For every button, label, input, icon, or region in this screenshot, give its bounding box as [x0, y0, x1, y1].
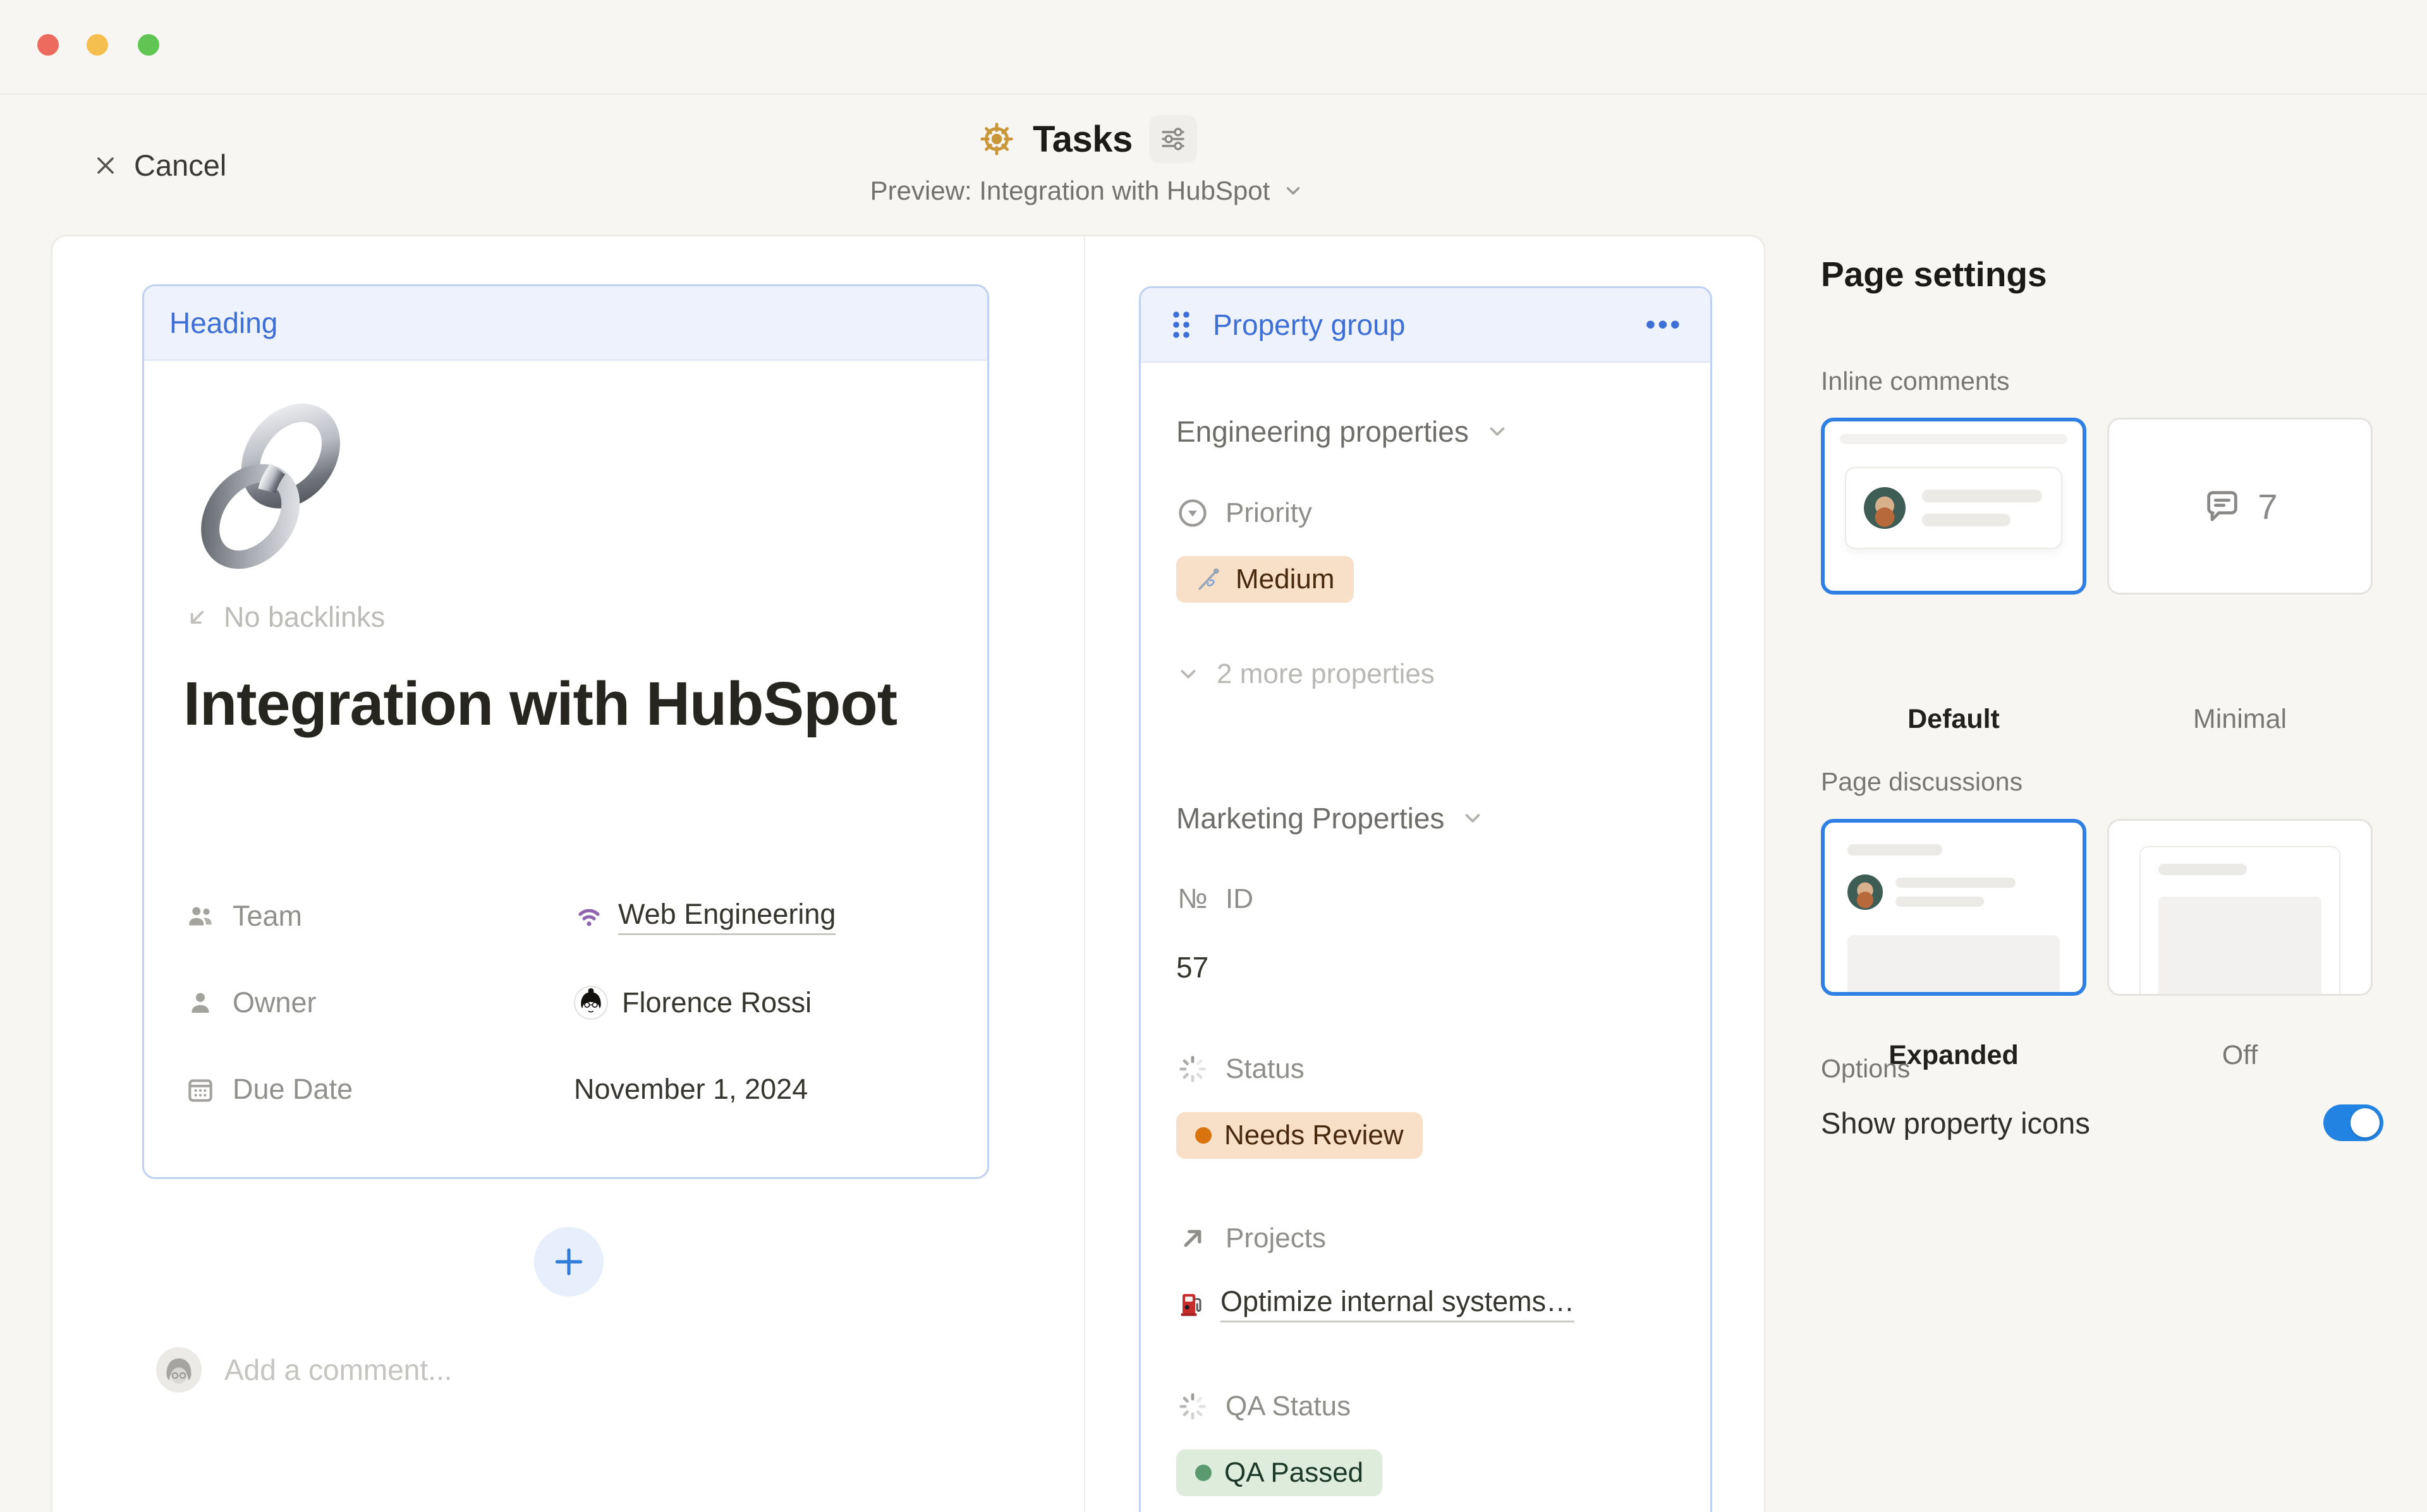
page-discussions-option-off[interactable] [2107, 819, 2373, 996]
property-group-header[interactable]: Property group ••• [1141, 288, 1710, 363]
cancel-button[interactable]: Cancel [94, 148, 226, 183]
arrow-down-left-icon [185, 605, 210, 630]
page-title: Tasks [1033, 118, 1133, 160]
page-title-preview: Integration with HubSpot [183, 668, 929, 740]
mock-avatar [1864, 487, 1906, 529]
due-date-property-value: November 1, 2024 [574, 1073, 808, 1106]
property-row-due-date: Due Date November 1, 2024 [185, 1069, 808, 1110]
group-engineering-properties[interactable]: Engineering properties [1176, 414, 1509, 449]
sewing-needle-icon [1195, 565, 1223, 593]
close-icon [94, 154, 118, 178]
show-property-icons-label: Show property icons [1821, 1106, 2090, 1140]
show-property-icons-toggle[interactable] [2323, 1104, 2383, 1141]
page-discussions-off-label: Off [2107, 1040, 2373, 1071]
comment-count: 7 [2258, 486, 2277, 527]
chevron-down-icon [1485, 420, 1509, 444]
priority-value-pill: Medium [1176, 556, 1354, 603]
page-preview-canvas: Heading No backlinks Integ [51, 235, 1765, 1512]
add-comment-input[interactable] [224, 1353, 730, 1387]
backlinks-label: No backlinks [224, 601, 385, 634]
status-dot [1195, 1127, 1212, 1144]
page-icon-chain-links [181, 392, 364, 582]
group-marketing-properties[interactable]: Marketing Properties [1176, 801, 1485, 835]
purple-signal-icon [574, 901, 604, 931]
zoom-window-button[interactable] [138, 34, 159, 56]
mock-page [2139, 846, 2340, 996]
property-row-owner: Owner Florence Rossi [185, 983, 812, 1023]
page-discussions-label: Page discussions [1821, 767, 2023, 797]
mock-text-line [1840, 434, 2067, 444]
numero-icon: № [1176, 883, 1209, 915]
chevron-down-icon [1176, 662, 1200, 686]
plus-icon [551, 1244, 587, 1279]
minimize-window-button[interactable] [87, 34, 108, 56]
status-spinner-icon [1176, 1390, 1209, 1423]
toggle-knob [2351, 1108, 2380, 1137]
page-settings-panel: Page settings Inline comments 7 Default … [1765, 95, 2427, 1512]
priority-icon [1176, 497, 1209, 529]
qa-status-value-pill: QA Passed [1176, 1449, 1382, 1496]
inline-comments-option-default[interactable] [1821, 418, 2086, 595]
helm-wheel-icon [977, 119, 1016, 159]
chevron-down-icon [1282, 180, 1304, 202]
status-spinner-icon [1176, 1053, 1209, 1086]
current-user-avatar [156, 1347, 202, 1393]
sliders-icon [1159, 125, 1187, 153]
team-property-value[interactable]: Web Engineering [574, 898, 836, 935]
preview-selector[interactable]: Preview: Integration with HubSpot [765, 176, 1409, 206]
owner-property-value: Florence Rossi [574, 986, 812, 1020]
show-property-icons-row: Show property icons [1821, 1104, 2383, 1141]
mock-content-block [1847, 935, 2060, 996]
id-value: 57 [1176, 950, 1208, 984]
arrow-up-right-icon [1176, 1222, 1209, 1255]
fuel-pump-icon [1176, 1289, 1207, 1319]
heading-block-header[interactable]: Heading [144, 286, 987, 361]
mock-discussion-row [1847, 874, 2016, 910]
qa-status-property-row: QA Status [1176, 1390, 1351, 1423]
add-block-button[interactable] [534, 1227, 604, 1297]
inline-comments-default-label: Default [1821, 704, 2086, 735]
cancel-label: Cancel [134, 148, 226, 183]
layout-settings-button[interactable] [1149, 115, 1197, 163]
qa-status-dot [1195, 1465, 1212, 1481]
avatar-florence [574, 986, 608, 1020]
more-options-button[interactable]: ••• [1646, 309, 1682, 341]
mock-comment-card [1845, 467, 2062, 549]
window-titlebar [0, 0, 2427, 95]
property-row-team: Team Web Engineering [185, 896, 836, 936]
comment-bubble-icon [2202, 486, 2242, 526]
status-property-row: Status [1176, 1053, 1305, 1086]
options-label: Options [1821, 1054, 1910, 1084]
close-window-button[interactable] [37, 34, 59, 56]
heading-layout-block[interactable]: Heading No backlinks Integ [142, 284, 989, 1179]
document-header: Tasks [765, 115, 1409, 163]
inline-comments-label: Inline comments [1821, 366, 2010, 396]
priority-property-row: Priority [1176, 497, 1312, 529]
projects-property-row: Projects [1176, 1222, 1326, 1255]
status-value-pill: Needs Review [1176, 1112, 1423, 1159]
calendar-icon [185, 1074, 216, 1105]
settings-title: Page settings [1821, 254, 2047, 294]
property-group-layout-block[interactable]: Property group ••• Engineering propertie… [1139, 286, 1712, 1512]
person-icon [185, 987, 216, 1019]
people-icon [185, 900, 216, 932]
projects-value-link[interactable]: Optimize internal systems… [1176, 1285, 1574, 1322]
column-divider [1084, 236, 1085, 1512]
inline-comments-minimal-label: Minimal [2107, 704, 2373, 735]
team-property-label: Team [185, 900, 574, 933]
property-group-badge-label: Property group [1213, 308, 1627, 342]
comment-composer[interactable] [156, 1347, 915, 1393]
id-property-row: № ID [1176, 883, 1253, 915]
drag-handle-icon[interactable] [1169, 308, 1194, 341]
due-date-property-label: Due Date [185, 1073, 574, 1106]
page-discussions-option-expanded[interactable] [1821, 819, 2086, 996]
chevron-down-icon [1461, 806, 1485, 830]
more-properties-toggle[interactable]: 2 more properties [1176, 658, 1435, 690]
mock-title-bar [1847, 844, 1942, 856]
inline-comments-option-minimal[interactable]: 7 [2107, 418, 2373, 595]
owner-property-label: Owner [185, 986, 574, 1019]
heading-badge-label: Heading [169, 306, 277, 340]
backlinks-indicator: No backlinks [185, 601, 385, 634]
preview-label: Preview: Integration with HubSpot [870, 176, 1270, 206]
